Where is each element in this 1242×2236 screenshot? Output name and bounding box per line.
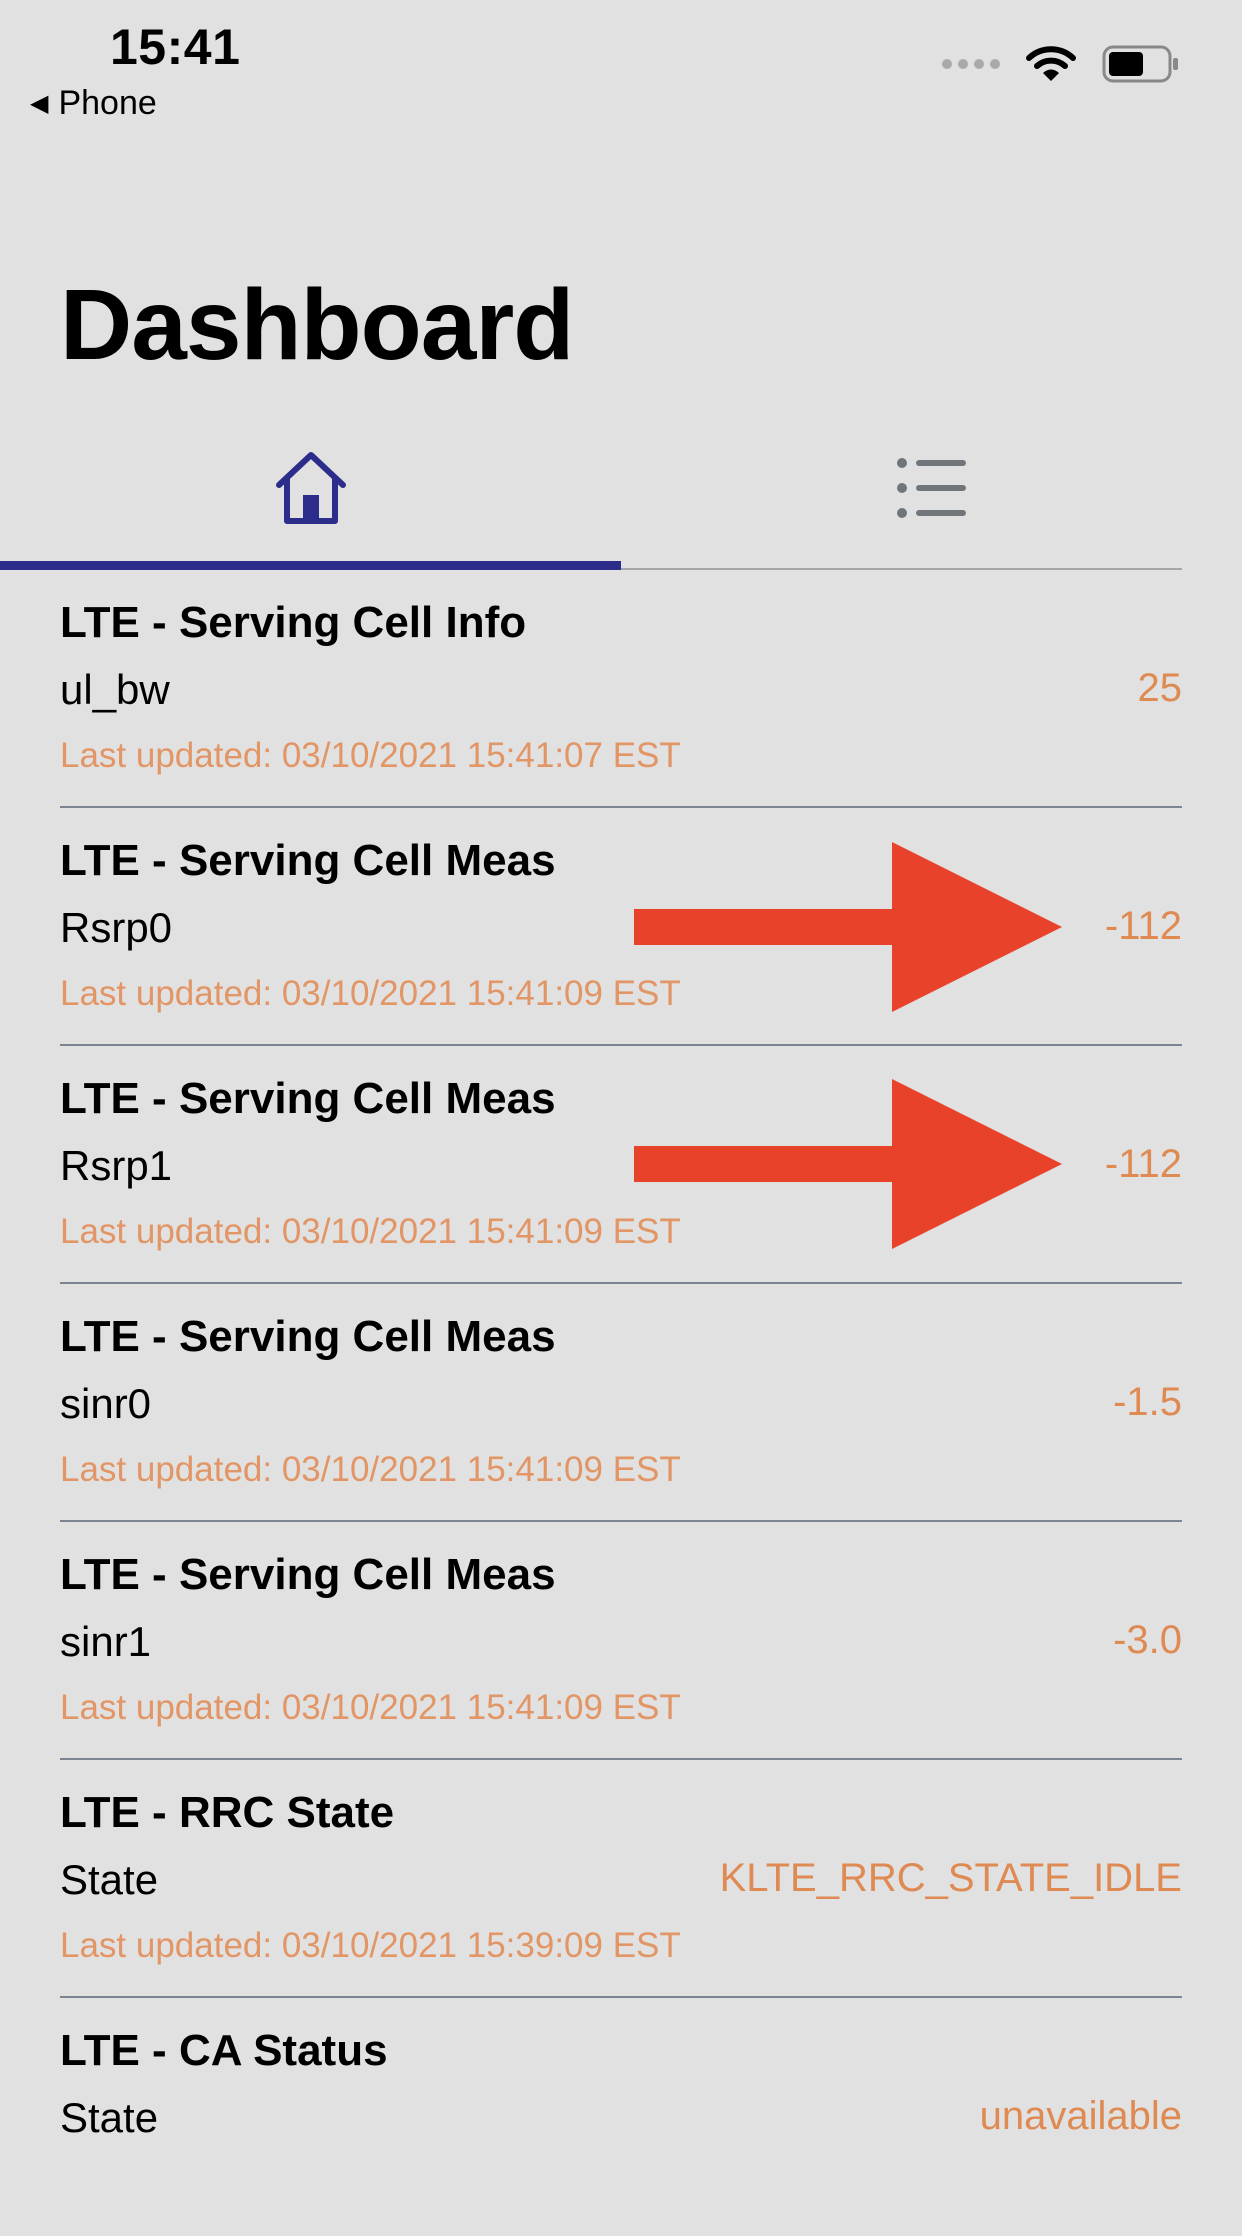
card-value: 25: [1137, 666, 1183, 710]
card-label: Rsrp0: [60, 904, 173, 951]
card-title: LTE - Serving Cell Info: [60, 598, 527, 647]
card-label: State: [60, 2094, 159, 2141]
home-icon: [273, 449, 349, 532]
card-title: LTE - CA Status: [60, 2026, 388, 2075]
card-label: sinr1: [60, 1618, 152, 1665]
card-label: sinr0: [60, 1380, 152, 1427]
back-triangle-icon: ◀: [30, 90, 49, 117]
card-serving-cell-meas-sinr1[interactable]: LTE - Serving Cell Meas sinr1 -3.0 Last …: [60, 1522, 1182, 1760]
card-title: LTE - Serving Cell Meas: [60, 836, 556, 885]
card-value: KLTE_RRC_STATE_IDLE: [719, 1856, 1182, 1900]
back-to-phone-link[interactable]: ◀ Phone: [30, 84, 157, 123]
tab-bar: [0, 410, 1182, 570]
annotation-arrow-icon: [630, 1077, 1066, 1251]
back-label: Phone: [58, 84, 157, 122]
card-label: State: [60, 1856, 159, 1903]
card-last-updated: Last updated: 03/10/2021 15:39:09 EST: [60, 1926, 681, 1965]
card-label: ul_bw: [60, 666, 170, 713]
annotation-arrow-icon: [630, 840, 1066, 1014]
status-time: 15:41: [110, 19, 241, 75]
card-title: LTE - Serving Cell Meas: [60, 1550, 556, 1599]
card-rrc-state[interactable]: LTE - RRC State State KLTE_RRC_STATE_IDL…: [60, 1760, 1182, 1998]
tab-home[interactable]: [0, 410, 621, 570]
card-last-updated: Last updated: 03/10/2021 15:41:09 EST: [60, 974, 681, 1013]
tab-list[interactable]: [621, 410, 1242, 570]
wifi-icon: [1026, 45, 1076, 83]
card-last-updated: Last updated: 03/10/2021 15:41:09 EST: [60, 1450, 681, 1489]
card-ca-status[interactable]: LTE - CA Status State unavailable: [60, 1998, 1182, 2236]
card-value: -112: [1104, 1142, 1182, 1186]
list-icon: [896, 457, 968, 524]
card-value: -112: [1104, 904, 1182, 948]
page-title: Dashboard: [60, 269, 574, 381]
status-bar: 15:41 ◀ Phone: [0, 0, 1242, 130]
card-title: LTE - RRC State: [60, 1788, 395, 1837]
card-value: -3.0: [1113, 1618, 1182, 1662]
card-list: LTE - Serving Cell Info ul_bw 25 Last up…: [60, 570, 1182, 2236]
card-serving-cell-info[interactable]: LTE - Serving Cell Info ul_bw 25 Last up…: [60, 570, 1182, 808]
card-last-updated: Last updated: 03/10/2021 15:41:07 EST: [60, 736, 681, 775]
card-title: LTE - Serving Cell Meas: [60, 1074, 556, 1123]
battery-icon: [1102, 45, 1180, 83]
status-indicators: [942, 45, 1180, 83]
card-last-updated: Last updated: 03/10/2021 15:41:09 EST: [60, 1688, 681, 1727]
card-title: LTE - Serving Cell Meas: [60, 1312, 556, 1361]
card-value: -1.5: [1113, 1380, 1182, 1424]
card-serving-cell-meas-sinr0[interactable]: LTE - Serving Cell Meas sinr0 -1.5 Last …: [60, 1284, 1182, 1522]
signal-dots-icon: [942, 59, 1000, 69]
card-label: Rsrp1: [60, 1142, 173, 1189]
tab-selected-indicator: [0, 561, 621, 570]
card-value: unavailable: [979, 2094, 1182, 2138]
card-last-updated: Last updated: 03/10/2021 15:41:09 EST: [60, 1212, 681, 1251]
